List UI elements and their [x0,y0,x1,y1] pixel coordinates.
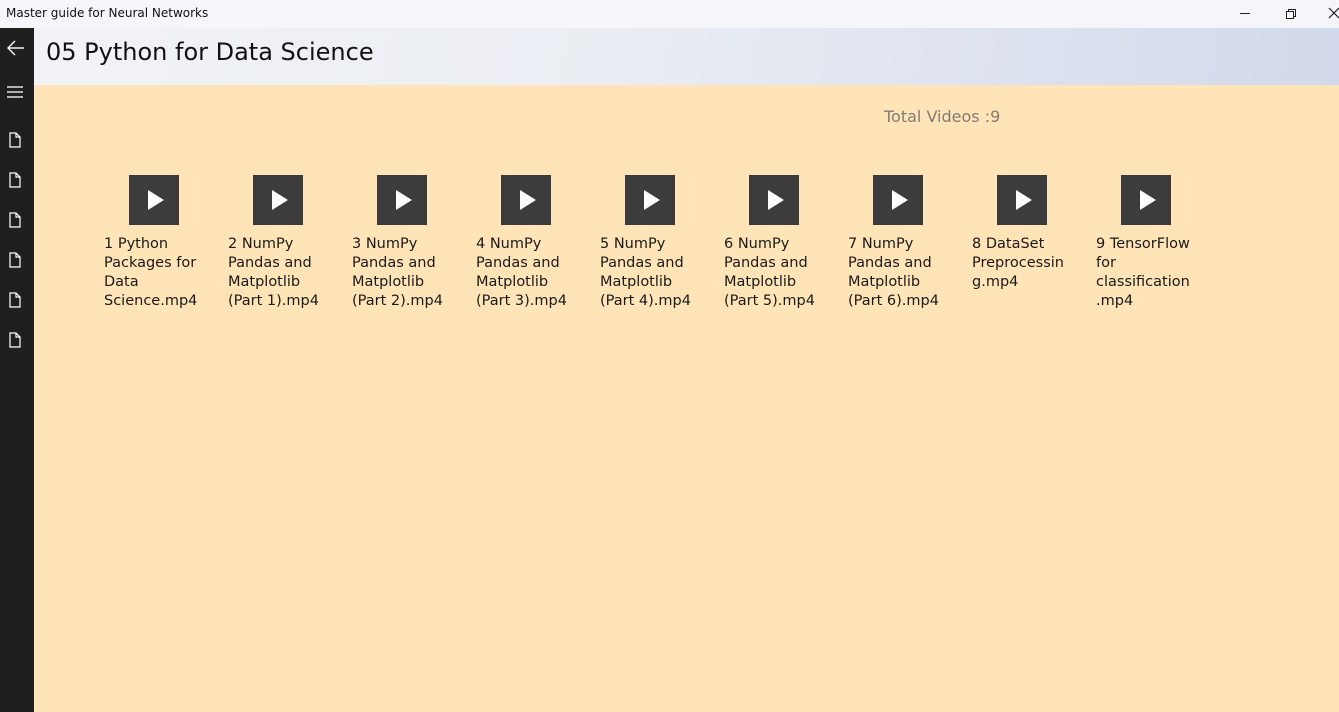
play-button[interactable] [873,175,923,225]
minimize-button[interactable] [1222,0,1268,28]
document-icon [9,292,21,308]
play-icon [272,190,288,210]
play-icon [1140,190,1156,210]
total-videos-count: Total Videos :9 [884,107,1001,126]
app-window: Master guide for Neural Networks 05 Pyth… [0,0,1339,712]
arrow-left-icon [7,40,24,56]
play-icon [396,190,412,210]
video-label: 8 DataSet Preprocessing.mp4 [972,236,1064,290]
sidebar-item-document-2[interactable] [0,160,34,200]
play-button[interactable] [749,175,799,225]
app-title: Master guide for Neural Networks [6,6,209,20]
video-label: 5 NumPy Pandas and Matplotlib (Part 4).m… [600,236,691,309]
video-label: 4 NumPy Pandas and Matplotlib (Part 3).m… [476,236,567,309]
hamburger-menu-icon [7,86,23,98]
restore-button[interactable] [1268,0,1314,28]
sidebar [0,28,34,712]
play-button[interactable] [377,175,427,225]
document-icon [9,212,21,228]
play-button[interactable] [1121,175,1171,225]
document-icon [9,172,21,188]
back-button[interactable] [0,28,34,68]
document-icon [9,132,21,148]
close-button[interactable] [1314,0,1339,28]
sidebar-item-document-4[interactable] [0,240,34,280]
video-label: 6 NumPy Pandas and Matplotlib (Part 5).m… [724,236,815,309]
play-button[interactable] [501,175,551,225]
minimize-icon [1240,13,1250,14]
video-label: 1 Python Packages for Data Science.mp4 [104,236,198,309]
play-icon [520,190,536,210]
play-button[interactable] [997,175,1047,225]
document-icon [9,252,21,268]
close-icon [1328,7,1339,19]
sidebar-item-document-5[interactable] [0,280,34,320]
sidebar-item-document-6[interactable] [0,320,34,360]
page-header: 05 Python for Data Science [34,28,1339,85]
menu-button[interactable] [0,72,34,112]
play-icon [768,190,784,210]
page-title: 05 Python for Data Science [46,38,374,66]
play-button[interactable] [625,175,675,225]
play-button[interactable] [129,175,179,225]
title-bar: Master guide for Neural Networks [0,0,1339,28]
video-label: 2 NumPy Pandas and Matplotlib (Part 1).m… [228,236,319,309]
play-icon [644,190,660,210]
sidebar-item-document-1[interactable] [0,120,34,160]
sidebar-item-document-3[interactable] [0,200,34,240]
play-button[interactable] [253,175,303,225]
restore-icon [1286,9,1296,19]
play-icon [148,190,164,210]
document-icon [9,332,21,348]
video-label: 7 NumPy Pandas and Matplotlib (Part 6).m… [848,236,939,309]
play-icon [892,190,908,210]
video-label: 9 TensorFlow for classification.mp4 [1096,236,1190,309]
video-label: 3 NumPy Pandas and Matplotlib (Part 2).m… [352,236,443,309]
play-icon [1016,190,1032,210]
